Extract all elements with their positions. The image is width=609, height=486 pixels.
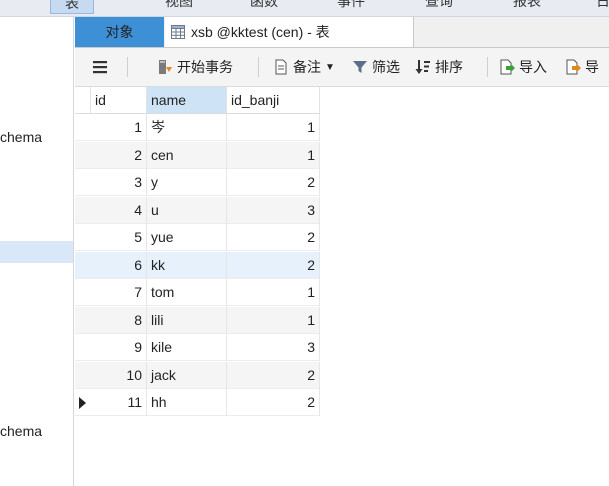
cell-name[interactable]: yue bbox=[147, 224, 227, 251]
cell-name[interactable]: 岑 bbox=[147, 114, 227, 141]
table-row[interactable]: 7 tom 1 bbox=[75, 279, 320, 306]
cell-id-banji[interactable]: 1 bbox=[227, 141, 320, 169]
tab-objects[interactable]: 对象 bbox=[75, 17, 164, 47]
toolbar-separator bbox=[487, 57, 488, 77]
menu-bar: 表 视图 函数 事件 查询 报表 日 bbox=[0, 0, 609, 17]
tab-title: xsb @kktest (cen) - 表 bbox=[191, 24, 330, 40]
cell-id[interactable]: 6 bbox=[91, 251, 147, 279]
cell-name[interactable]: kk bbox=[147, 251, 227, 279]
cell-id-banji[interactable]: 1 bbox=[227, 114, 320, 141]
menu-item-function[interactable]: 函数 bbox=[250, 0, 278, 11]
cell-id[interactable]: 7 bbox=[91, 279, 147, 306]
cell-name[interactable]: jack bbox=[147, 361, 227, 389]
table-icon bbox=[171, 25, 185, 39]
cell-id[interactable]: 2 bbox=[91, 141, 147, 169]
cell-id[interactable]: 10 bbox=[91, 361, 147, 389]
cell-name[interactable]: hh bbox=[147, 389, 227, 416]
cell-id-banji[interactable]: 1 bbox=[227, 279, 320, 306]
filter-button[interactable]: 筛选 bbox=[352, 56, 400, 78]
cell-name[interactable]: y bbox=[147, 169, 227, 196]
navigation-pane: chema chema bbox=[0, 17, 74, 486]
cell-id[interactable]: 8 bbox=[91, 306, 147, 334]
table-row[interactable]: 9 kile 3 bbox=[75, 334, 320, 361]
cell-id-banji[interactable]: 2 bbox=[227, 389, 320, 416]
menu-button[interactable] bbox=[92, 56, 108, 78]
begin-transaction-label: 开始事务 bbox=[177, 59, 233, 75]
cell-id[interactable]: 3 bbox=[91, 169, 147, 196]
table-row[interactable]: 4u3 bbox=[75, 196, 320, 224]
table-row[interactable]: 6 kk 2 bbox=[75, 251, 320, 279]
cell-id-banji[interactable]: 2 bbox=[227, 224, 320, 251]
cell-id[interactable]: 9 bbox=[91, 334, 147, 361]
row-header-corner bbox=[75, 87, 91, 114]
cell-id-banji[interactable]: 3 bbox=[227, 196, 320, 224]
tab-table-xsb[interactable]: xsb @kktest (cen) - 表 bbox=[165, 17, 414, 47]
menu-item-view[interactable]: 视图 bbox=[165, 0, 193, 11]
export-label: 导 bbox=[585, 59, 599, 75]
begin-transaction-button[interactable]: 开始事务 bbox=[157, 56, 233, 78]
table-row[interactable]: 10 jack 2 bbox=[75, 361, 320, 389]
cell-id-banji[interactable]: 1 bbox=[227, 306, 320, 334]
cell-id[interactable]: 11 bbox=[91, 389, 147, 416]
cell-name[interactable]: cen bbox=[147, 141, 227, 169]
filter-label: 筛选 bbox=[372, 59, 400, 75]
cell-id-banji[interactable]: 2 bbox=[227, 251, 320, 279]
cell-id-banji[interactable]: 2 bbox=[227, 169, 320, 196]
nav-item-schema[interactable]: chema bbox=[0, 129, 42, 145]
current-row-indicator-icon bbox=[79, 397, 86, 409]
sort-icon bbox=[415, 60, 430, 74]
table-row[interactable]: 2 cen 1 bbox=[75, 141, 320, 169]
cell-name[interactable]: lili bbox=[147, 306, 227, 334]
note-icon bbox=[275, 59, 287, 75]
table-row[interactable]: 8 lili 1 bbox=[75, 306, 320, 334]
toolbar: 开始事务 备注 ▼ 筛选 排序 导入 导 bbox=[75, 48, 609, 87]
cell-id[interactable]: 5 bbox=[91, 224, 147, 251]
cell-id[interactable]: 4 bbox=[91, 196, 147, 224]
hamburger-icon bbox=[93, 61, 107, 74]
menu-item-report[interactable]: 报表 bbox=[513, 0, 541, 11]
transaction-icon bbox=[159, 60, 172, 74]
nav-item-selected[interactable] bbox=[0, 241, 73, 263]
table-row[interactable]: 1岑1 bbox=[75, 114, 320, 141]
cell-name[interactable]: tom bbox=[147, 279, 227, 306]
note-label: 备注 bbox=[293, 59, 321, 75]
cell-id-banji[interactable]: 2 bbox=[227, 361, 320, 389]
menu-item-query[interactable]: 查询 bbox=[425, 0, 453, 11]
export-button[interactable]: 导 bbox=[565, 56, 599, 78]
table-row[interactable]: 5 yue 2 bbox=[75, 224, 320, 251]
sort-button[interactable]: 排序 bbox=[415, 56, 463, 78]
filter-icon bbox=[353, 61, 367, 73]
nav-item-schema-2[interactable]: chema bbox=[0, 423, 42, 439]
table-row[interactable]: 11 hh 2 bbox=[75, 389, 320, 416]
column-header-id-banji[interactable]: id_banji bbox=[227, 87, 320, 114]
note-button[interactable]: 备注 ▼ bbox=[273, 56, 335, 78]
tab-bar: 对象 xsb @kktest (cen) - 表 bbox=[75, 17, 609, 48]
toolbar-separator bbox=[258, 57, 259, 77]
table-row[interactable]: 3y2 bbox=[75, 169, 320, 196]
menu-item-event[interactable]: 事件 bbox=[337, 0, 365, 11]
import-icon bbox=[500, 59, 515, 75]
note-dropdown-icon[interactable]: ▼ bbox=[325, 62, 335, 73]
export-icon bbox=[566, 59, 581, 75]
column-header-name[interactable]: name bbox=[147, 87, 227, 114]
column-header-id[interactable]: id bbox=[91, 87, 147, 114]
menu-item-more[interactable]: 日 bbox=[596, 0, 609, 11]
cell-name[interactable]: kile bbox=[147, 334, 227, 361]
menu-item-table[interactable]: 表 bbox=[50, 0, 94, 14]
cell-id[interactable]: 1 bbox=[91, 114, 147, 141]
toolbar-separator bbox=[127, 57, 128, 77]
import-button[interactable]: 导入 bbox=[499, 56, 547, 78]
cell-name[interactable]: u bbox=[147, 196, 227, 224]
sort-label: 排序 bbox=[435, 59, 463, 75]
cell-id-banji[interactable]: 3 bbox=[227, 334, 320, 361]
import-label: 导入 bbox=[519, 59, 547, 75]
